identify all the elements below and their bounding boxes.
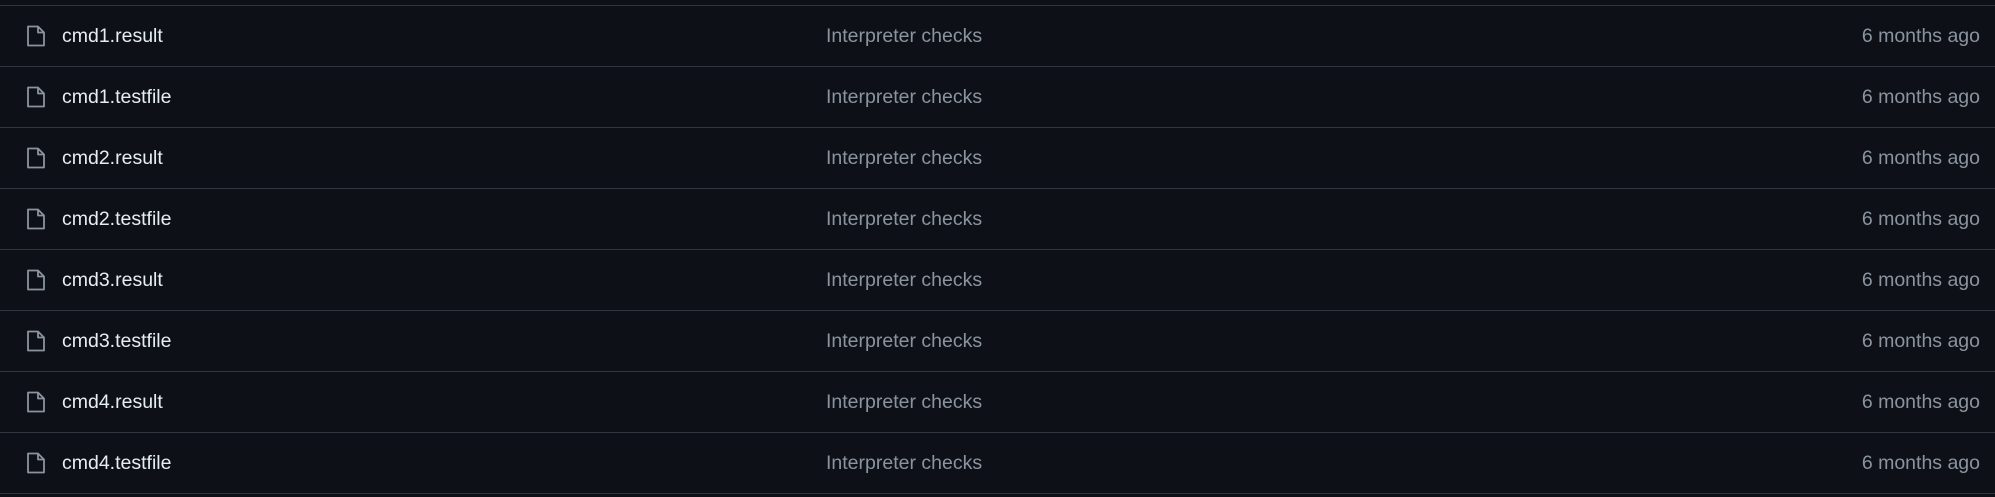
file-icon [26, 269, 46, 291]
commit-message-link[interactable]: Interpreter checks [826, 372, 982, 432]
file-icon [26, 86, 46, 108]
file-row: cmd2.testfile Interpreter checks 6 month… [0, 189, 1995, 250]
file-icon [26, 391, 46, 413]
file-icon [26, 208, 46, 230]
commit-message-link[interactable]: Interpreter checks [826, 189, 982, 249]
file-list-table: cmd1.result Interpreter checks 6 months … [0, 0, 1995, 497]
commit-age: 6 months ago [1861, 86, 1980, 108]
commit-message-link[interactable]: Interpreter checks [826, 67, 982, 127]
file-row: cmd3.result Interpreter checks 6 months … [0, 250, 1995, 311]
file-list-rows: cmd1.result Interpreter checks 6 months … [0, 6, 1995, 494]
commit-age: 6 months ago [1861, 330, 1980, 352]
commit-message-link[interactable]: Interpreter checks [826, 311, 982, 371]
file-name-link[interactable]: cmd4.result [62, 372, 163, 432]
file-row: cmd4.testfile Interpreter checks 6 month… [0, 433, 1995, 494]
file-row: cmd1.testfile Interpreter checks 6 month… [0, 67, 1995, 128]
file-name-link[interactable]: cmd2.result [62, 128, 163, 188]
commit-age: 6 months ago [1861, 208, 1980, 230]
file-name-link[interactable]: cmd3.testfile [62, 311, 171, 371]
file-icon [26, 330, 46, 352]
file-row: cmd1.result Interpreter checks 6 months … [0, 6, 1995, 67]
commit-message-link[interactable]: Interpreter checks [826, 433, 982, 493]
commit-message-link[interactable]: Interpreter checks [826, 128, 982, 188]
commit-age: 6 months ago [1861, 25, 1980, 47]
file-row: cmd2.result Interpreter checks 6 months … [0, 128, 1995, 189]
file-icon [26, 147, 46, 169]
file-name-link[interactable]: cmd4.testfile [62, 433, 171, 493]
commit-message-link[interactable]: Interpreter checks [826, 6, 982, 66]
commit-age: 6 months ago [1861, 452, 1980, 474]
file-icon [26, 25, 46, 47]
file-name-link[interactable]: cmd1.testfile [62, 67, 171, 127]
file-row: cmd3.testfile Interpreter checks 6 month… [0, 311, 1995, 372]
file-row: cmd4.result Interpreter checks 6 months … [0, 372, 1995, 433]
file-name-link[interactable]: cmd1.result [62, 6, 163, 66]
commit-age: 6 months ago [1861, 269, 1980, 291]
file-icon [26, 452, 46, 474]
file-name-link[interactable]: cmd2.testfile [62, 189, 171, 249]
commit-age: 6 months ago [1861, 391, 1980, 413]
commit-age: 6 months ago [1861, 147, 1980, 169]
file-name-link[interactable]: cmd3.result [62, 250, 163, 310]
commit-message-link[interactable]: Interpreter checks [826, 250, 982, 310]
